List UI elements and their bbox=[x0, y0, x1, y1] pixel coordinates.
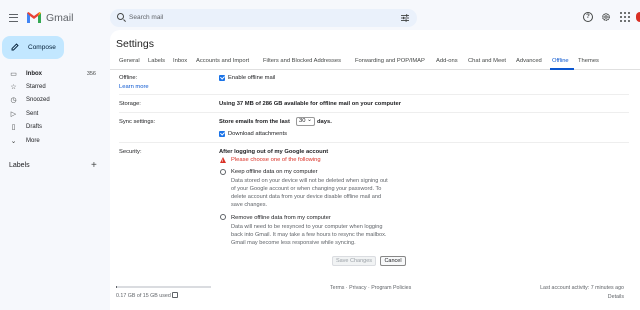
search-options-icon[interactable] bbox=[401, 14, 409, 22]
app-name[interactable]: Gmail bbox=[46, 12, 73, 24]
description-line: Gmail may become less responsive while s… bbox=[231, 240, 356, 246]
star-icon: ☆ bbox=[10, 84, 17, 91]
sidebar-item-label: Snoozed bbox=[26, 97, 50, 103]
storage-usage-fill bbox=[116, 286, 118, 288]
sync-days-select[interactable]: 30 bbox=[296, 117, 315, 126]
gmail-logo-icon[interactable] bbox=[26, 11, 42, 24]
compose-button[interactable]: Compose bbox=[2, 36, 64, 59]
external-link-icon[interactable] bbox=[172, 292, 178, 298]
tab-labels[interactable]: Labels bbox=[148, 58, 165, 64]
chevron-down-icon: ⌄ bbox=[10, 138, 17, 145]
description-line: back into Gmail. It may take a few hours… bbox=[231, 232, 387, 238]
send-icon: ▷ bbox=[10, 111, 17, 118]
storage-label: Storage: bbox=[119, 101, 141, 107]
divider bbox=[119, 112, 629, 113]
sidebar-item-inbox[interactable]: ▭ Inbox 356 bbox=[0, 69, 102, 81]
active-tab-indicator bbox=[550, 68, 574, 70]
tab-chat-and-meet[interactable]: Chat and Meet bbox=[468, 58, 506, 64]
search-icon[interactable] bbox=[117, 13, 124, 20]
inbox-icon: ▭ bbox=[10, 71, 17, 78]
settings-tabs: General Labels Inbox Accounts and Import… bbox=[110, 56, 640, 70]
remove-offline-data-description: Data will need to be resynced to your co… bbox=[231, 223, 411, 247]
sidebar-item-label: Inbox bbox=[26, 71, 42, 77]
storage-usage-text: Using 37 MB of 286 GB available for offl… bbox=[219, 101, 401, 107]
compose-label: Compose bbox=[28, 44, 56, 51]
sidebar-item-drafts[interactable]: ▯ Drafts bbox=[0, 122, 102, 134]
sync-prefix-text: Store emails from the last bbox=[219, 119, 290, 125]
add-label-icon[interactable]: + bbox=[91, 160, 97, 171]
keep-offline-data-label[interactable]: Keep offline data on my computer bbox=[231, 169, 318, 175]
save-changes-button[interactable]: Save Changes bbox=[332, 256, 376, 266]
warning-icon bbox=[220, 157, 226, 163]
apps-grid-icon[interactable] bbox=[620, 12, 630, 22]
sidebar-item-label: Sent bbox=[26, 111, 39, 117]
remove-offline-data-label[interactable]: Remove offline data from my computer bbox=[231, 215, 331, 221]
details-link[interactable]: Details bbox=[608, 294, 624, 300]
description-line: of your Google account or when changing … bbox=[231, 186, 382, 192]
sync-suffix-text: days. bbox=[317, 119, 332, 125]
sidebar-item-label: Drafts bbox=[26, 124, 43, 130]
offline-label: Offline: bbox=[119, 75, 138, 81]
page-title: Settings bbox=[116, 38, 154, 50]
download-attachments-label: Download attachments bbox=[228, 131, 287, 137]
search-bar[interactable]: Search mail bbox=[110, 9, 417, 27]
warning-text: Please choose one of the following bbox=[231, 157, 321, 163]
keep-offline-data-radio[interactable] bbox=[220, 169, 226, 175]
security-heading: After logging out of my Google account bbox=[219, 149, 329, 155]
sidebar-item-snoozed[interactable]: ◷ Snoozed bbox=[0, 95, 102, 107]
description-line: Data will need to be resynced to your co… bbox=[231, 224, 383, 230]
gear-icon[interactable] bbox=[601, 12, 611, 22]
sidebar-item-label: Starred bbox=[26, 84, 46, 90]
labels-heading: Labels bbox=[9, 162, 30, 169]
avatar[interactable] bbox=[636, 12, 640, 22]
learn-more-link[interactable]: Learn more bbox=[119, 84, 149, 90]
sync-settings-label: Sync settings: bbox=[119, 119, 156, 125]
download-attachments-checkbox[interactable] bbox=[219, 131, 225, 137]
search-input[interactable]: Search mail bbox=[129, 14, 163, 21]
last-activity-text: Last account activity: 7 minutes ago bbox=[540, 285, 624, 291]
storage-used-text: 0.17 GB of 15 GB used bbox=[116, 293, 171, 299]
tab-offline[interactable]: Offline bbox=[552, 58, 569, 64]
divider bbox=[119, 94, 629, 95]
tab-filters[interactable]: Filters and Blocked Addresses bbox=[263, 58, 341, 64]
main-menu-icon[interactable] bbox=[9, 14, 18, 22]
tab-accounts-and-import[interactable]: Accounts and Import bbox=[196, 58, 249, 64]
draft-icon: ▯ bbox=[11, 124, 16, 131]
description-line: delete account data from your device dis… bbox=[231, 194, 382, 200]
tab-inbox[interactable]: Inbox bbox=[173, 58, 187, 64]
cancel-button[interactable]: Cancel bbox=[380, 256, 406, 266]
tab-forwarding[interactable]: Forwarding and POP/IMAP bbox=[355, 58, 425, 64]
keep-offline-data-description: Data stored on your device will not be d… bbox=[231, 177, 411, 209]
footer-links[interactable]: Terms · Privacy · Program Policies bbox=[330, 285, 411, 291]
divider bbox=[119, 142, 629, 143]
sidebar-item-sent[interactable]: ▷ Sent bbox=[0, 109, 102, 121]
storage-usage-bar bbox=[116, 286, 211, 288]
description-line: save changes. bbox=[231, 202, 268, 208]
clock-icon: ◷ bbox=[10, 97, 17, 104]
sidebar-item-label: More bbox=[26, 138, 40, 144]
pencil-icon bbox=[11, 43, 19, 51]
tab-add-ons[interactable]: Add-ons bbox=[436, 58, 458, 64]
remove-offline-data-radio[interactable] bbox=[220, 214, 226, 220]
help-icon[interactable]: ? bbox=[583, 12, 593, 22]
tab-advanced[interactable]: Advanced bbox=[516, 58, 542, 64]
sidebar-item-starred[interactable]: ☆ Starred bbox=[0, 82, 102, 94]
enable-offline-checkbox[interactable] bbox=[219, 75, 225, 81]
security-label: Security: bbox=[119, 149, 142, 155]
unread-count: 356 bbox=[86, 71, 96, 77]
sidebar-item-more[interactable]: ⌄ More bbox=[0, 136, 102, 148]
tab-general[interactable]: General bbox=[119, 58, 140, 64]
enable-offline-label: Enable offline mail bbox=[228, 75, 276, 81]
description-line: Data stored on your device will not be d… bbox=[231, 178, 388, 184]
settings-panel: Settings General Labels Inbox Accounts a… bbox=[110, 30, 640, 310]
tab-themes[interactable]: Themes bbox=[578, 58, 599, 64]
